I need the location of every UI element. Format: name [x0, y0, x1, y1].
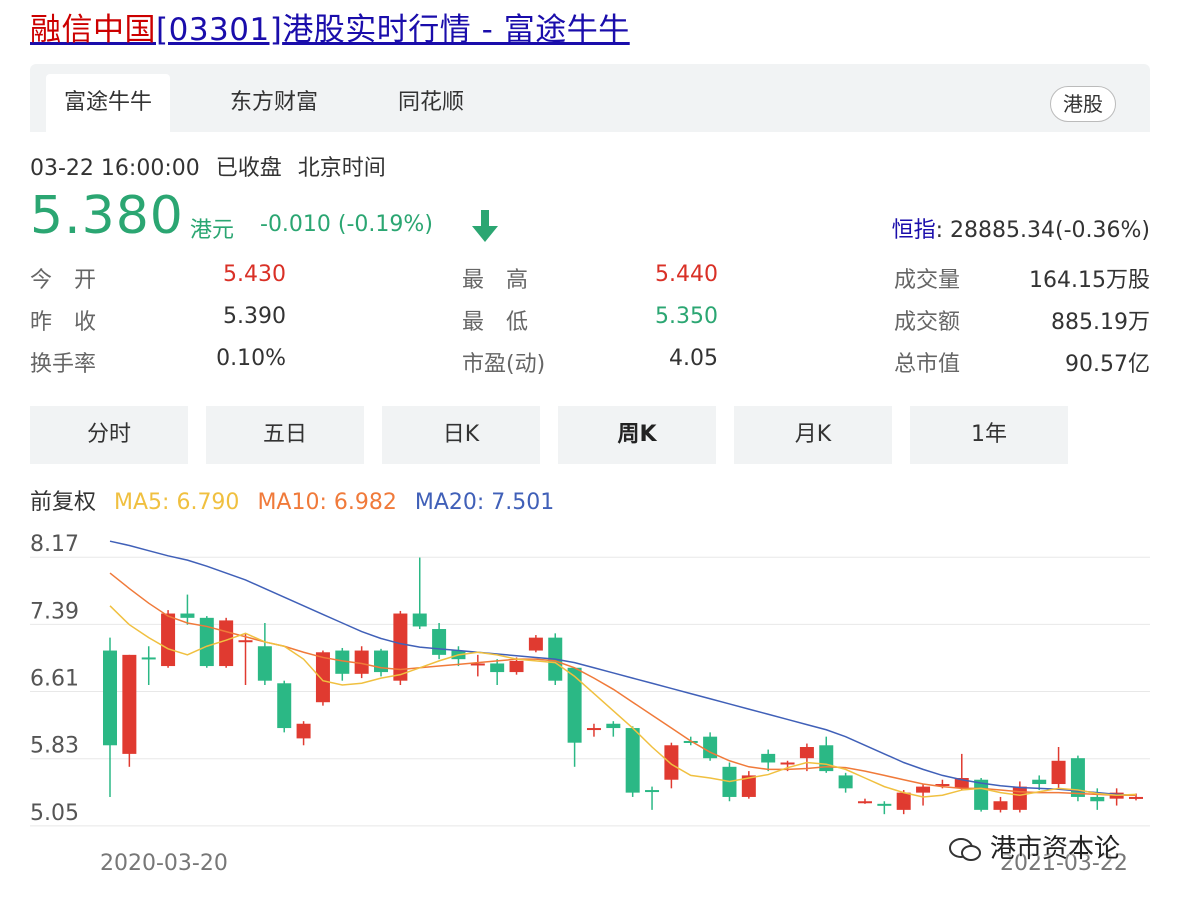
candle-body [993, 801, 1008, 810]
market-state: 已收盘 [215, 156, 282, 181]
adjust-mode[interactable]: 前复权 [30, 490, 96, 515]
candle-body [877, 803, 892, 806]
wechat-icon [949, 837, 981, 861]
candle-body [1129, 796, 1143, 799]
stat-value-high: 5.440 [655, 262, 718, 287]
market-badge[interactable]: 港股 [1050, 86, 1116, 122]
candle-body [761, 753, 776, 763]
tab-monthly-k[interactable]: 月K [734, 406, 892, 464]
candle-body [799, 747, 814, 759]
price-unit: 港元 [190, 218, 235, 243]
tab-daily-k[interactable]: 日K [382, 406, 540, 464]
candle-body [838, 775, 853, 789]
y-tick-label: 5.83 [30, 734, 79, 759]
tab-weekly-k[interactable]: 周K [558, 406, 716, 464]
tab-intraday[interactable]: 分时 [30, 406, 188, 464]
candle-body [315, 652, 330, 703]
tab-five-day[interactable]: 五日 [206, 406, 364, 464]
hsi-index: 恒指: 28885.34(-0.36%) [892, 212, 1150, 244]
candle-body [567, 667, 582, 743]
stat-label-pe: 市盈(动) [462, 352, 546, 377]
candle-body [277, 683, 292, 729]
current-price: 5.380 [30, 186, 184, 246]
candle-body [432, 629, 447, 655]
candle-body [257, 646, 272, 681]
candle-body [625, 728, 640, 793]
tab-one-year[interactable]: 1年 [910, 406, 1068, 464]
y-tick-label: 5.05 [30, 801, 79, 826]
candle-body [586, 728, 601, 731]
stat-label-market-cap: 总市值 [894, 352, 961, 377]
chart-legend: 前复权 MA5: 6.790 MA10: 6.982 MA20: 7.501 [30, 484, 572, 516]
candle-body [916, 786, 931, 793]
candle-body [1012, 786, 1027, 810]
stat-label-high: 最 高 [462, 268, 529, 293]
stat-value-open: 5.430 [223, 262, 286, 287]
price-change: -0.010 (-0.19%) [260, 212, 433, 237]
candle-body [857, 801, 872, 804]
index-value: : 28885.34(-0.36%) [935, 218, 1150, 243]
ma10-line [109, 572, 1136, 796]
down-arrow-icon [472, 210, 498, 242]
ma5-line [109, 605, 1137, 798]
candle-body [219, 620, 234, 667]
page-title-link[interactable]: 融信中国[03301]港股实时行情 - 富途牛牛 [30, 4, 630, 49]
title-rest[interactable]: 港股实时行情 - 富途牛牛 [282, 12, 629, 48]
y-tick-label: 6.61 [30, 667, 79, 692]
candle-body [296, 723, 311, 739]
stat-value-turnover: 885.19万 [1051, 310, 1150, 335]
candle-body [780, 762, 795, 765]
index-name-link[interactable]: 恒指 [892, 218, 936, 243]
legend-ma20: MA20: 7.501 [414, 490, 555, 515]
candle-body [490, 663, 505, 673]
timezone: 北京时间 [297, 156, 386, 181]
candle-body [161, 613, 176, 667]
stat-value-pe: 4.05 [669, 346, 718, 371]
stock-code[interactable]: [03301] [156, 12, 282, 48]
tab-eastmoney[interactable]: 东方财富 [212, 74, 336, 132]
stat-value-low: 5.350 [655, 304, 718, 329]
y-tick-label: 8.17 [30, 532, 79, 557]
watermark: 港市资本论 [948, 828, 1120, 865]
source-tabbar: 富途牛牛 东方财富 同花顺 港股 [30, 64, 1150, 132]
tab-futu[interactable]: 富途牛牛 [46, 74, 171, 132]
stat-label-open: 今 开 [30, 268, 97, 293]
candle-body [896, 792, 911, 810]
candle-body [1090, 796, 1105, 802]
candle-body [606, 723, 621, 729]
tab-tonghuashun[interactable]: 同花顺 [380, 74, 482, 132]
candle-body [238, 640, 253, 643]
stat-value-turnover-rate: 0.10% [216, 346, 286, 371]
candle-body [141, 657, 156, 660]
candle-body [180, 613, 195, 618]
stat-label-turnover-rate: 换手率 [30, 352, 97, 377]
stat-label-prev-close: 昨 收 [30, 310, 97, 335]
watermark-text: 港市资本论 [990, 834, 1121, 864]
legend-ma5: MA5: 6.790 [114, 490, 240, 515]
stock-name[interactable]: 融信中国 [30, 12, 156, 48]
stat-label-turnover: 成交额 [894, 310, 961, 335]
candle-body [509, 660, 524, 673]
candle-body [412, 613, 427, 627]
stat-label-volume: 成交量 [894, 268, 961, 293]
candle-body [1051, 760, 1066, 785]
stat-value-volume: 164.15万股 [1029, 268, 1150, 293]
stat-value-prev-close: 5.390 [223, 304, 286, 329]
candle-body [645, 790, 660, 793]
candle-body [664, 745, 679, 780]
candle-body [528, 637, 543, 651]
legend-ma10: MA10: 6.982 [257, 490, 397, 515]
candle-body [122, 654, 137, 754]
candle-body [393, 613, 408, 681]
y-tick-label: 7.39 [30, 599, 79, 624]
quote-datetime: 03-22 16:00:00 [30, 156, 200, 181]
candle-body [1032, 779, 1047, 785]
stat-value-market-cap: 90.57亿 [1065, 352, 1150, 377]
x-label-start: 2020-03-20 [100, 851, 228, 876]
status-line: 03-22 16:00:00 已收盘 北京时间 [30, 150, 402, 182]
stat-label-low: 最 低 [462, 310, 529, 335]
candle-body [103, 650, 117, 746]
